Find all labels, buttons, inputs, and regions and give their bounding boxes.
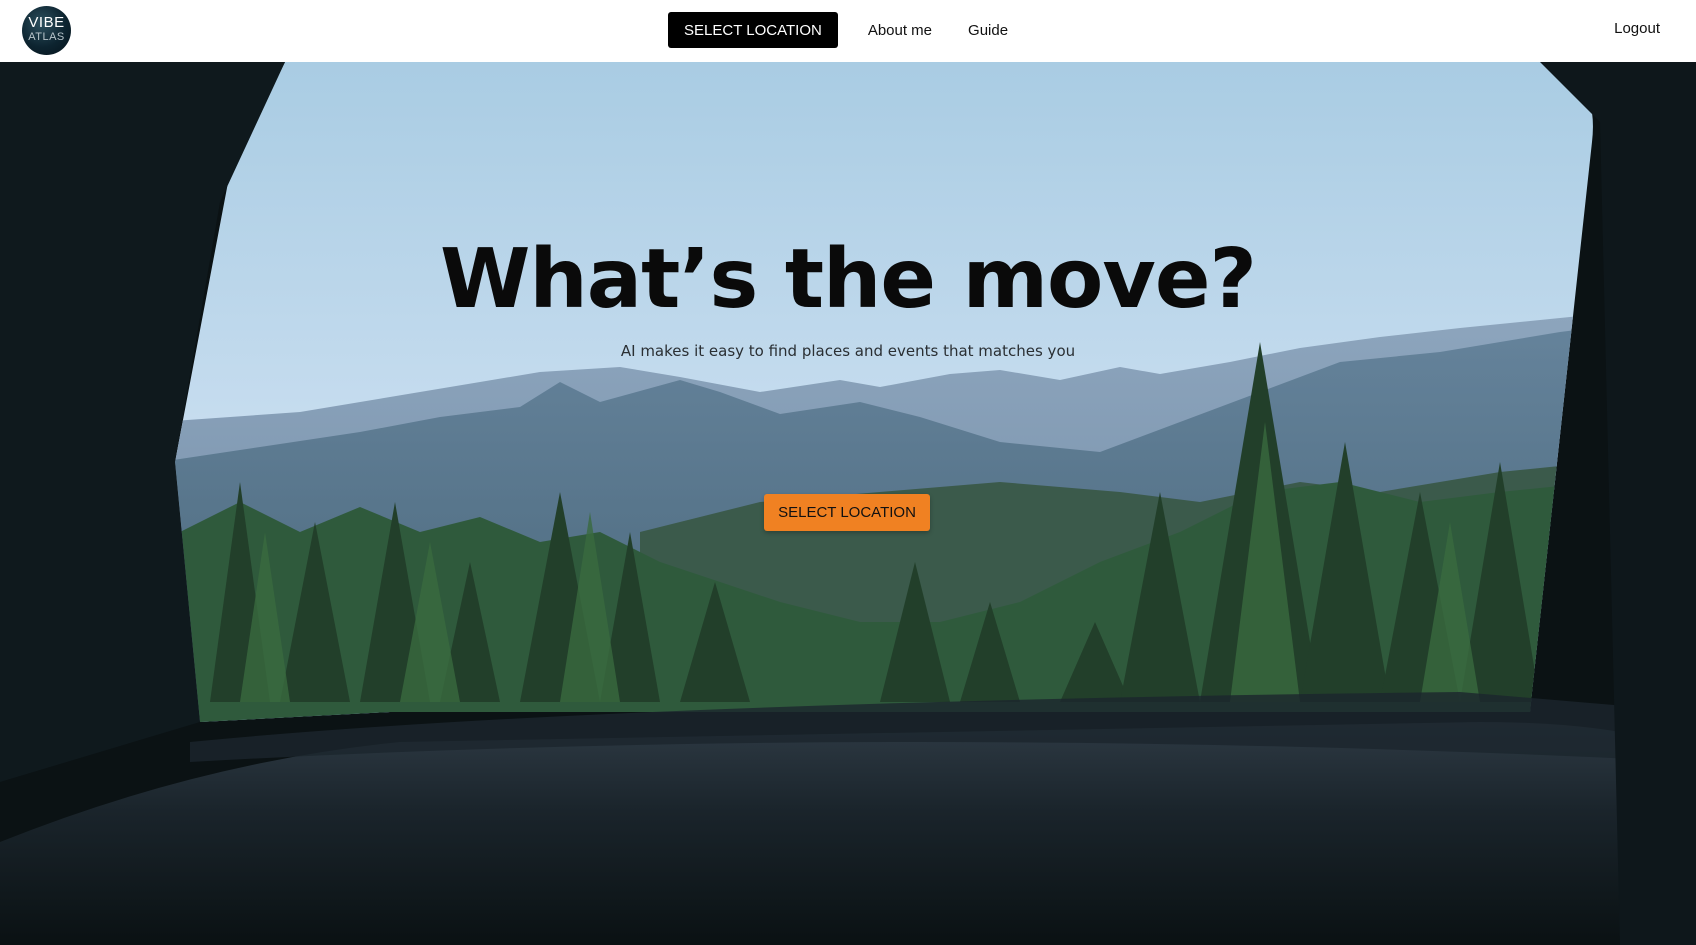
nav-link-about-me[interactable]: About me bbox=[862, 22, 938, 39]
hero-subheading: AI makes it easy to find places and even… bbox=[620, 342, 1076, 360]
hero-headline: What’s the move? bbox=[439, 232, 1257, 327]
top-navbar: VIBE ATLAS SELECT LOCATION About me Guid… bbox=[0, 0, 1696, 62]
nav-center-group: SELECT LOCATION About me Guide bbox=[668, 12, 1014, 48]
logout-link[interactable]: Logout bbox=[1614, 20, 1660, 37]
vibe-atlas-logo-icon[interactable]: VIBE ATLAS bbox=[22, 6, 71, 55]
logo-text-top: VIBE bbox=[28, 14, 65, 31]
hero-select-location-button[interactable]: SELECT LOCATION bbox=[764, 494, 930, 531]
logo-text-bottom: ATLAS bbox=[28, 31, 65, 43]
hero-section: What’s the move? AI makes it easy to fin… bbox=[0, 62, 1696, 945]
nav-select-location-button[interactable]: SELECT LOCATION bbox=[668, 12, 838, 48]
nav-link-guide[interactable]: Guide bbox=[962, 22, 1014, 39]
